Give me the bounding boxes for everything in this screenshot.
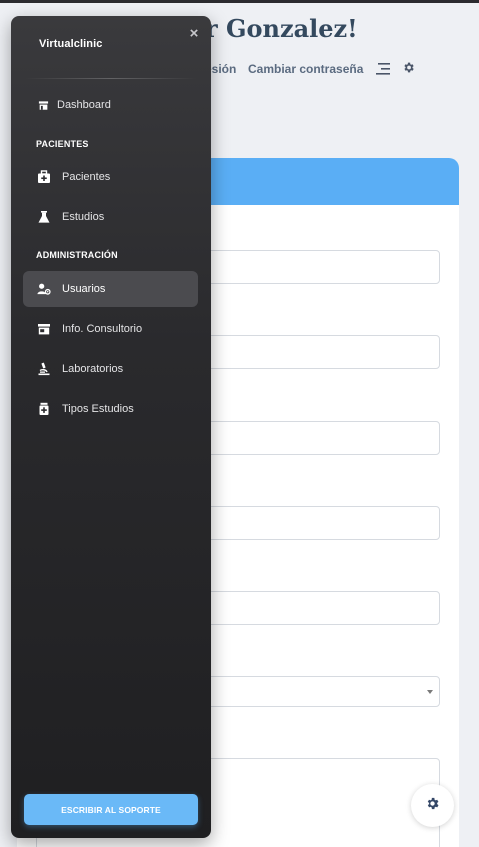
store-icon	[36, 98, 50, 112]
user-cog-icon	[37, 282, 51, 296]
sidebar-item-dashboard[interactable]: Dashboard	[35, 87, 210, 123]
brand-name[interactable]: Virtualclinic	[39, 38, 102, 50]
sidebar-item-info-consultorio[interactable]: Info. Consultorio	[23, 311, 198, 347]
sidebar: Virtualclinic × Dashboard PACIENTES Paci…	[11, 16, 211, 838]
microscope-icon	[37, 362, 51, 376]
medical-box-icon	[37, 402, 51, 416]
sidebar-item-estudios[interactable]: Estudios	[23, 199, 198, 235]
sidebar-item-usuarios[interactable]: Usuarios	[23, 271, 198, 307]
settings-fab[interactable]	[411, 784, 454, 827]
caret-down-icon	[427, 690, 433, 694]
sidebar-item-laboratorios[interactable]: Laboratorios	[23, 351, 198, 387]
sidebar-item-label: Usuarios	[62, 283, 106, 295]
window-top-border	[0, 0, 479, 3]
section-heading-administracion: ADMINISTRACIÓN	[36, 250, 118, 260]
close-icon[interactable]: ×	[187, 26, 201, 41]
support-button[interactable]: ESCRIBIR AL SOPORTE	[24, 794, 198, 825]
sidebar-item-label: Info. Consultorio	[62, 323, 143, 335]
storefront-icon	[37, 322, 51, 336]
sidebar-item-pacientes[interactable]: Pacientes	[23, 159, 198, 195]
menu-lines-icon[interactable]	[375, 62, 391, 76]
medkit-icon	[37, 170, 51, 184]
sidebar-item-label: Pacientes	[62, 171, 111, 183]
section-heading-pacientes: PACIENTES	[36, 139, 89, 149]
sidebar-item-tipos-estudios[interactable]: Tipos Estudios	[23, 391, 198, 427]
sidebar-item-label: Estudios	[62, 211, 105, 223]
sidebar-item-label: Tipos Estudios	[62, 403, 134, 415]
gear-icon	[425, 796, 440, 816]
page-title: r Gonzalez!	[205, 14, 358, 43]
sidebar-item-label: Dashboard	[57, 99, 111, 111]
gear-icon[interactable]	[402, 61, 415, 74]
sidebar-item-label: Laboratorios	[62, 363, 124, 375]
flask-icon	[37, 210, 51, 224]
change-password-link[interactable]: Cambiar contraseña	[248, 62, 363, 76]
sidebar-divider	[25, 78, 197, 79]
